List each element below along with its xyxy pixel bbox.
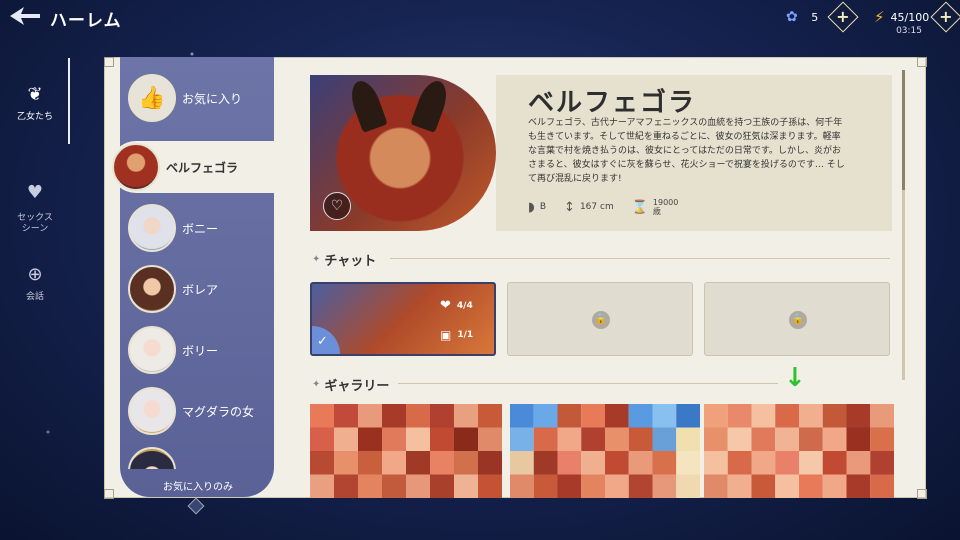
gallery-section-heading: ✦ ギャラリー xyxy=(312,375,389,394)
sparkle-icon: ✦ xyxy=(312,379,321,390)
age-unit: 歳 xyxy=(652,207,661,216)
energy-counter: ⚡ 45/100 + xyxy=(874,1,960,33)
chat-card-locked[interactable]: 🔒 xyxy=(704,282,890,356)
character-description: ベルフェゴラ、古代ナーアマフェニックスの血統を持つ王族の子孫は、何千年も生きてい… xyxy=(528,118,845,184)
avatar xyxy=(128,447,176,469)
energy-timer: 03:15 xyxy=(896,26,922,36)
chat-images: ▣ 1/1 xyxy=(440,328,473,342)
panel-corner xyxy=(104,489,114,499)
pixelated-image xyxy=(704,404,894,498)
list-item-selected[interactable]: ベルフェゴラ xyxy=(110,141,284,193)
chat-card-1[interactable]: ❤ 4/4 ▣ 1/1 ✓ xyxy=(310,282,496,356)
lock-icon: 🔒 xyxy=(789,311,807,329)
gallery-item[interactable] xyxy=(310,404,502,498)
gem-counter: ✿ 5 + xyxy=(786,1,859,33)
favorites-label: お気に入り xyxy=(182,91,243,106)
chat-hearts-value: 4/4 xyxy=(456,300,473,311)
nav-item-conversation[interactable]: ⊕ 会話 xyxy=(0,264,70,302)
lightning-icon: ⚡ xyxy=(874,8,885,26)
check-icon: ✓ xyxy=(312,326,340,354)
nav-item-label: 会話 xyxy=(25,292,44,302)
avatar xyxy=(128,265,176,313)
energy-count: 45/100 xyxy=(890,10,930,24)
nav-item-maidens[interactable]: ❦ 乙女たち xyxy=(0,84,70,122)
gem-icon: ✿ xyxy=(786,9,798,25)
scene-icon: ♥ xyxy=(26,182,44,203)
list-item[interactable]: マグダラの女 xyxy=(128,386,254,436)
back-arrow-icon[interactable] xyxy=(8,5,42,27)
height-value: 167 cm xyxy=(579,202,614,212)
character-name: ボリー xyxy=(182,343,219,358)
list-item[interactable]: ボレア xyxy=(128,264,218,314)
arrow-down-icon: ↓ xyxy=(784,363,806,393)
height-stat: ↕ 167 cm xyxy=(564,200,614,215)
height-icon: ↕ xyxy=(564,199,575,215)
panel-corner xyxy=(917,489,927,499)
sparkle-icon: ✦ xyxy=(312,254,321,265)
divider xyxy=(390,258,890,259)
add-energy-button[interactable]: + xyxy=(930,1,960,33)
chat-section-heading: ✦ チャット xyxy=(312,250,376,269)
top-bar: ハーレム ✿ 5 + ⚡ 45/100 + 03:15 xyxy=(0,0,960,36)
pixelated-image xyxy=(310,404,502,498)
age-value: 19000 xyxy=(652,198,679,207)
character-stats: ◗ B ↕ 167 cm ⌛ 19000 歳 xyxy=(528,198,678,216)
pixelated-image xyxy=(510,404,700,498)
nav-item-scenes[interactable]: ♥ セックス シーン xyxy=(0,176,70,235)
list-item-favorites[interactable]: 👍 お気に入り xyxy=(128,73,242,123)
heart-icon[interactable]: ♡ xyxy=(323,192,351,220)
chat-images-value: 1/1 xyxy=(457,330,474,340)
heart-chat-icon: ❤ xyxy=(440,298,451,313)
page-title: ハーレム xyxy=(50,11,122,31)
panel-corner xyxy=(917,57,927,67)
avatar xyxy=(128,204,176,252)
panel-corner xyxy=(104,57,114,67)
character-name: ボレア xyxy=(182,282,219,297)
image-icon: ▣ xyxy=(440,328,452,342)
gallery-item[interactable] xyxy=(510,404,700,498)
cup-stat: ◗ B xyxy=(528,200,546,215)
cup-icon: ◗ xyxy=(528,199,535,215)
nav-item-label: 乙女たち xyxy=(16,112,53,122)
avatar xyxy=(112,143,160,191)
cup-value: B xyxy=(539,202,547,212)
flower-icon: ❦ xyxy=(27,84,43,105)
favorites-only-toggle[interactable]: お気に入りのみ xyxy=(128,478,268,493)
character-name: マグダラの女 xyxy=(182,404,255,419)
nav-item-label: セックス シーン xyxy=(17,213,53,234)
avatar xyxy=(128,326,176,374)
compass-icon: ⊕ xyxy=(27,264,43,285)
list-item[interactable]: ボリー xyxy=(128,325,218,375)
gallery-item[interactable] xyxy=(704,404,894,498)
thumbs-up-icon: 👍 xyxy=(128,74,176,122)
selected-character-name: ベルフェゴラ xyxy=(166,160,239,175)
add-gems-button[interactable]: + xyxy=(827,1,859,33)
chat-card-locked[interactable]: 🔒 xyxy=(507,282,693,356)
chat-title: チャット xyxy=(324,254,377,269)
list-item[interactable] xyxy=(128,447,176,469)
character-name: ボニー xyxy=(182,221,219,236)
gallery-title: ギャラリー xyxy=(324,379,390,394)
gem-count: 5 xyxy=(811,10,819,24)
character-name-heading: ベルフェゴラ xyxy=(528,88,697,118)
list-item[interactable]: ボニー xyxy=(128,203,218,253)
hourglass-icon: ⌛ xyxy=(631,199,648,215)
scrollbar-thumb[interactable] xyxy=(902,70,905,190)
lock-icon: 🔒 xyxy=(592,311,610,329)
age-stat: ⌛ 19000 歳 xyxy=(632,198,679,216)
avatar xyxy=(128,387,176,435)
chat-hearts: ❤ 4/4 xyxy=(440,298,473,313)
divider xyxy=(398,383,778,384)
